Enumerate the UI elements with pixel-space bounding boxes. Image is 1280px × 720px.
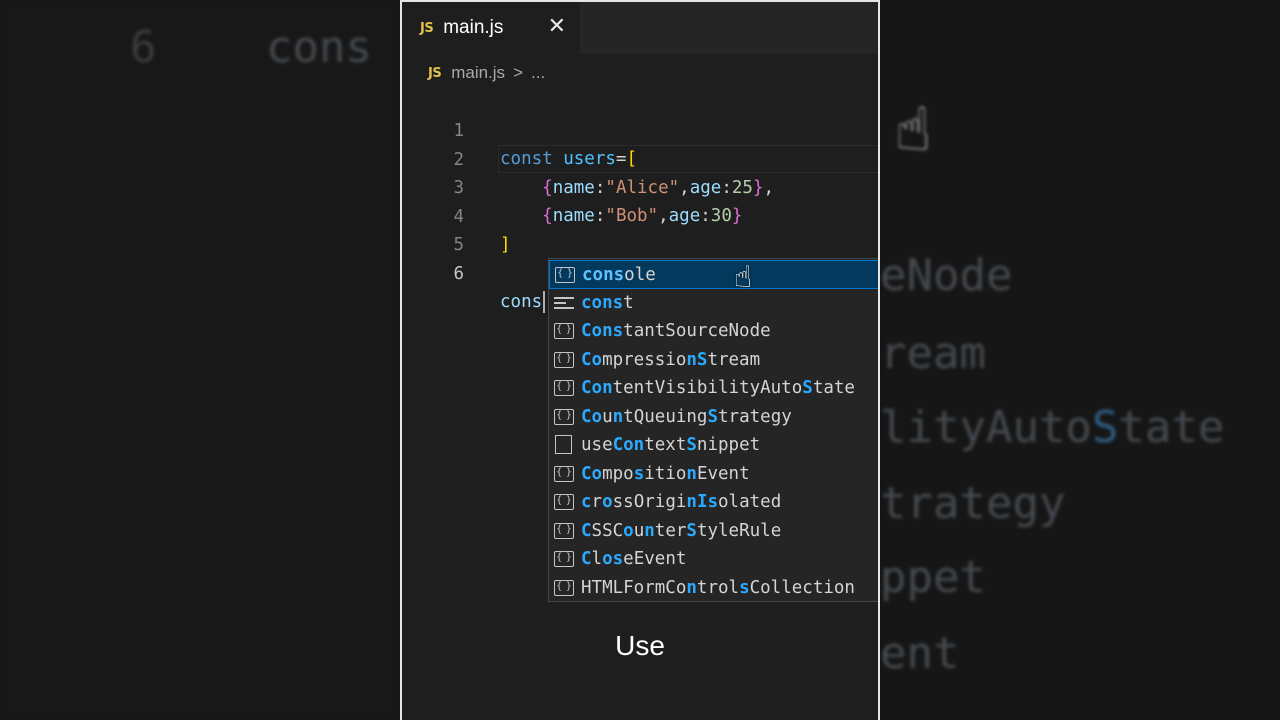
- tab-label: main.js: [443, 17, 504, 38]
- keyword-icon: [554, 295, 574, 311]
- code-line: 1 const users=[: [402, 89, 878, 169]
- suggestion-item[interactable]: { } ContentVisibilityAutoState: [549, 374, 878, 403]
- hand-pointer-icon: ☝: [734, 260, 753, 295]
- breadcrumb-symbols[interactable]: ...: [531, 63, 545, 83]
- background-zoom-text: ream: [880, 328, 986, 379]
- suggestion-item[interactable]: { } ConstantSourceNode: [549, 317, 878, 346]
- typed-text: cons: [500, 292, 543, 312]
- variable-icon: { }: [554, 351, 574, 368]
- suggestion-item[interactable]: { } HTMLFormControlsCollection: [549, 574, 878, 602]
- variable-icon: { }: [554, 380, 574, 396]
- background-zoom-text: eNode: [880, 250, 1013, 301]
- suggestion-item[interactable]: { } CompositionEvent: [549, 460, 878, 489]
- suggestion-label: CompressionStream: [581, 349, 761, 370]
- suggestion-label: useContextSnippet: [581, 435, 761, 455]
- background-zoom-text: lityAutoState: [880, 402, 1225, 453]
- line-number: 6: [453, 264, 464, 284]
- variable-icon: { }: [554, 465, 574, 482]
- suggestion-item[interactable]: { } CompressionStream: [549, 346, 878, 375]
- suggestion-label: CloseEvent: [581, 549, 687, 569]
- suggestion-label: ContentVisibilityAutoState: [581, 378, 855, 398]
- suggestion-label: crossOriginIsolated: [581, 492, 782, 512]
- variable-icon: { }: [554, 551, 574, 567]
- suggestion-item[interactable]: useContextSnippet: [549, 431, 878, 460]
- suggestion-item[interactable]: { } console: [549, 260, 878, 289]
- variable-icon: { }: [554, 522, 574, 539]
- suggestion-item[interactable]: { } CSSCounterStyleRule: [549, 517, 878, 546]
- tab-main-js[interactable]: JS main.js ✕: [402, 2, 580, 54]
- background-right-panel: eNode ream lityAutoState trategy ppet ent: [880, 0, 1280, 720]
- variable-icon: { }: [554, 408, 574, 425]
- text-cursor: [543, 291, 546, 313]
- close-icon[interactable]: ✕: [548, 14, 566, 40]
- variable-icon: { }: [554, 579, 574, 596]
- code-line: 5: [402, 203, 878, 255]
- code-line: 3 {name:"Bob",age:30}: [402, 146, 878, 226]
- background-zoom-text: trategy: [880, 478, 1066, 529]
- tab-bar: JS main.js ✕: [402, 2, 878, 54]
- video-caption: Use: [615, 630, 665, 661]
- background-typed-text: cons: [266, 22, 372, 73]
- javascript-file-icon: JS: [428, 65, 442, 81]
- editor-panel: JS main.js ✕ JS main.js > ... 1 const us…: [400, 0, 880, 720]
- suggestion-label: console: [582, 265, 656, 285]
- code-line: 4 ]: [402, 175, 878, 255]
- suggestion-item[interactable]: { } crossOriginIsolated: [549, 488, 878, 517]
- chevron-right-icon: >: [513, 63, 523, 82]
- background-left-panel: 6 cons: [0, 0, 400, 720]
- autocomplete-suggestions: { } console const { } ConstantSourceNode { } C…: [548, 258, 878, 602]
- code-line: 6 cons: [402, 232, 878, 313]
- variable-icon: { }: [554, 323, 574, 339]
- background-line-number: 6: [130, 22, 157, 73]
- suggestion-label: const: [581, 292, 634, 313]
- suggestion-label: CSSCounterStyleRule: [581, 520, 782, 541]
- code-line: 2 {name:"Alice",age:25},: [402, 118, 878, 198]
- breadcrumb-file[interactable]: main.js: [451, 63, 505, 83]
- background-hand-pointer-icon: ☝: [895, 95, 932, 165]
- variable-icon: { }: [554, 494, 574, 510]
- suggestion-label: HTMLFormControlsCollection: [581, 577, 855, 598]
- suggestion-item[interactable]: const: [549, 289, 878, 318]
- suggestion-label: ConstantSourceNode: [581, 321, 771, 341]
- background-zoom-text: ppet: [880, 552, 986, 603]
- snippet-icon: [555, 435, 572, 454]
- suggestion-item[interactable]: { } CloseEvent: [549, 545, 878, 574]
- javascript-file-icon: JS: [420, 20, 434, 36]
- suggestion-item[interactable]: { } CountQueuingStrategy: [549, 403, 878, 432]
- suggestion-label: CountQueuingStrategy: [581, 406, 792, 427]
- variable-icon: { }: [555, 267, 575, 283]
- breadcrumb: JS main.js > ...: [428, 60, 545, 86]
- suggestion-label: CompositionEvent: [581, 463, 750, 484]
